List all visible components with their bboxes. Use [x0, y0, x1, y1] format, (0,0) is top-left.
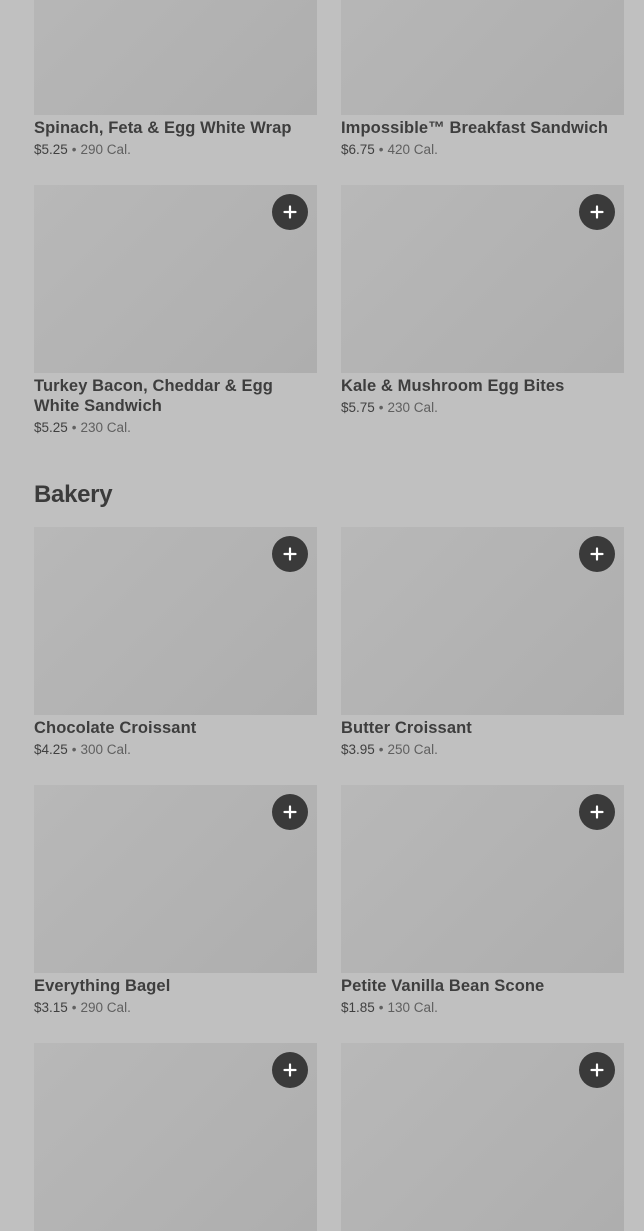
plus-icon [283, 547, 297, 561]
menu-item-card[interactable]: Everything Bagel $3.15 • 290 Cal. [34, 785, 317, 1017]
menu-item-calories: 300 Cal. [80, 742, 131, 757]
menu-item-meta: $6.75 • 420 Cal. [341, 141, 624, 159]
menu-grid-bakery-row-1: Chocolate Croissant $4.25 • 300 Cal. Butte… [34, 527, 624, 759]
menu-item-calories: 130 Cal. [387, 1000, 438, 1015]
menu-item-image[interactable] [341, 185, 624, 373]
menu-item-card[interactable]: Kale & Mushroom Egg Bites $5.75 • 230 Cal. [341, 185, 624, 437]
meta-separator: • [71, 420, 77, 435]
meta-separator: • [378, 142, 384, 157]
menu-item-meta: $1.85 • 130 Cal. [341, 999, 624, 1017]
menu-item-meta: $3.15 • 290 Cal. [34, 999, 317, 1017]
menu-item-image[interactable] [341, 785, 624, 973]
menu-item-name[interactable]: Spinach, Feta & Egg White Wrap [34, 118, 317, 138]
menu-item-price: $3.95 [341, 742, 375, 757]
menu-grid-bakery-row-3 [34, 1043, 624, 1231]
menu-item-price: $5.25 [34, 420, 68, 435]
menu-item-image[interactable] [34, 0, 317, 115]
meta-separator: • [71, 142, 77, 157]
menu-item-calories: 420 Cal. [387, 142, 438, 157]
add-to-order-button[interactable] [579, 794, 615, 830]
menu-item-price: $5.25 [34, 142, 68, 157]
menu-item-calories: 290 Cal. [80, 1000, 131, 1015]
menu-item-meta: $3.95 • 250 Cal. [341, 741, 624, 759]
section-title-bakery: Bakery [34, 481, 113, 508]
menu-item-meta: $5.25 • 290 Cal. [34, 141, 317, 159]
menu-item-meta: $5.25 • 230 Cal. [34, 419, 317, 437]
add-to-order-button[interactable] [579, 536, 615, 572]
menu-item-card[interactable]: Spinach, Feta & Egg White Wrap $5.25 • 290… [34, 0, 317, 159]
meta-separator: • [71, 742, 77, 757]
menu-item-price: $3.15 [34, 1000, 68, 1015]
add-to-order-button[interactable] [272, 1052, 308, 1088]
plus-icon [283, 205, 297, 219]
meta-separator: • [378, 400, 384, 415]
plus-icon [590, 547, 604, 561]
menu-item-name[interactable]: Kale & Mushroom Egg Bites [341, 376, 624, 396]
menu-item-name[interactable]: Petite Vanilla Bean Scone [341, 976, 624, 996]
menu-item-image[interactable] [341, 527, 624, 715]
menu-item-image[interactable] [34, 785, 317, 973]
menu-item-card[interactable] [34, 1043, 317, 1231]
add-to-order-button[interactable] [272, 536, 308, 572]
menu-item-name[interactable]: Turkey Bacon, Cheddar & Egg White Sandwi… [34, 376, 317, 416]
plus-icon [283, 805, 297, 819]
menu-grid-breakfast-row-1: Spinach, Feta & Egg White Wrap $5.25 • 290… [34, 0, 624, 159]
menu-item-card[interactable]: Turkey Bacon, Cheddar & Egg White Sandwi… [34, 185, 317, 437]
plus-icon [590, 805, 604, 819]
add-to-order-button[interactable] [579, 1052, 615, 1088]
menu-item-price: $4.25 [34, 742, 68, 757]
meta-separator: • [71, 1000, 77, 1015]
menu-item-name[interactable]: Everything Bagel [34, 976, 317, 996]
plus-icon [590, 205, 604, 219]
meta-separator: • [378, 1000, 384, 1015]
plus-icon [590, 1063, 604, 1077]
menu-item-card[interactable] [341, 1043, 624, 1231]
menu-item-card[interactable]: Petite Vanilla Bean Scone $1.85 • 130 Cal. [341, 785, 624, 1017]
menu-item-name[interactable]: Chocolate Croissant [34, 718, 317, 738]
menu-item-name[interactable]: Impossible™ Breakfast Sandwich [341, 118, 624, 138]
menu-item-price: $6.75 [341, 142, 375, 157]
menu-item-calories: 230 Cal. [387, 400, 438, 415]
meta-separator: • [378, 742, 384, 757]
menu-item-card[interactable]: Impossible™ Breakfast Sandwich $6.75 • 420… [341, 0, 624, 159]
menu-item-calories: 230 Cal. [80, 420, 131, 435]
menu-item-meta: $4.25 • 300 Cal. [34, 741, 317, 759]
menu-page: Spinach, Feta & Egg White Wrap $5.25 • 290… [0, 0, 644, 1231]
menu-item-calories: 290 Cal. [80, 142, 131, 157]
plus-icon [283, 1063, 297, 1077]
menu-item-calories: 250 Cal. [387, 742, 438, 757]
menu-item-image[interactable] [34, 527, 317, 715]
add-to-order-button[interactable] [579, 194, 615, 230]
menu-item-image[interactable] [34, 1043, 317, 1231]
menu-item-name[interactable]: Butter Croissant [341, 718, 624, 738]
menu-grid-bakery-row-2: Everything Bagel $3.15 • 290 Cal. Petite V… [34, 785, 624, 1017]
menu-item-image[interactable] [34, 185, 317, 373]
menu-item-price: $1.85 [341, 1000, 375, 1015]
add-to-order-button[interactable] [272, 794, 308, 830]
menu-item-image[interactable] [341, 1043, 624, 1231]
menu-item-card[interactable]: Butter Croissant $3.95 • 250 Cal. [341, 527, 624, 759]
menu-item-card[interactable]: Chocolate Croissant $4.25 • 300 Cal. [34, 527, 317, 759]
menu-item-meta: $5.75 • 230 Cal. [341, 399, 624, 417]
menu-item-price: $5.75 [341, 400, 375, 415]
add-to-order-button[interactable] [272, 194, 308, 230]
menu-grid-breakfast-row-2: Turkey Bacon, Cheddar & Egg White Sandwi… [34, 185, 624, 437]
menu-item-image[interactable] [341, 0, 624, 115]
